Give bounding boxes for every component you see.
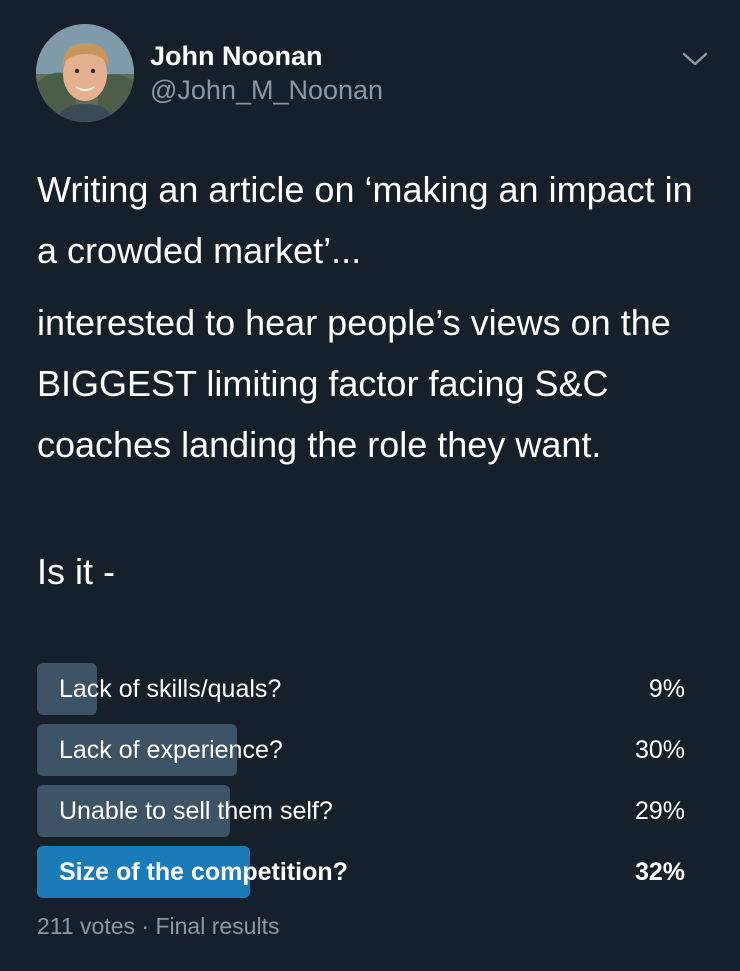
tweet-card: John Noonan @John_M_Noonan Writing an ar…: [0, 0, 740, 971]
poll-option-label: Lack of skills/quals?: [59, 675, 282, 703]
poll-option-winner[interactable]: Size of the competition? 32%: [37, 846, 685, 898]
tweet-text-question: interested to hear people’s views on the…: [37, 302, 671, 465]
poll-separator: ·: [141, 913, 150, 939]
avatar[interactable]: [36, 24, 134, 122]
poll-option[interactable]: Lack of experience? 30%: [37, 724, 685, 776]
poll-option-percent: 30%: [634, 736, 685, 764]
poll-option-percent: 32%: [634, 858, 685, 886]
poll-option-label: Lack of experience?: [59, 736, 283, 764]
poll-vote-count[interactable]: 211 votes: [37, 913, 135, 939]
author-handle[interactable]: @John_M_Noonan: [150, 74, 383, 106]
chevron-down-icon[interactable]: [680, 46, 710, 72]
poll-option[interactable]: Lack of skills/quals? 9%: [37, 663, 685, 715]
tweet-text-intro: Writing an article on ‘making an impact …: [37, 169, 693, 271]
poll-option-label: Unable to sell them self?: [59, 797, 333, 825]
poll-option-label: Size of the competition?: [59, 858, 348, 886]
poll-option[interactable]: Unable to sell them self? 29%: [37, 785, 685, 837]
tweet-text-prompt: Is it -: [37, 551, 115, 592]
poll-option-percent: 29%: [634, 797, 685, 825]
poll-option-percent: 9%: [648, 675, 685, 703]
author-name[interactable]: John Noonan: [150, 40, 322, 72]
profile-photo-icon: [36, 24, 134, 122]
poll-footer: 211 votes · Final results: [37, 912, 279, 940]
poll-status: Final results: [155, 913, 280, 939]
